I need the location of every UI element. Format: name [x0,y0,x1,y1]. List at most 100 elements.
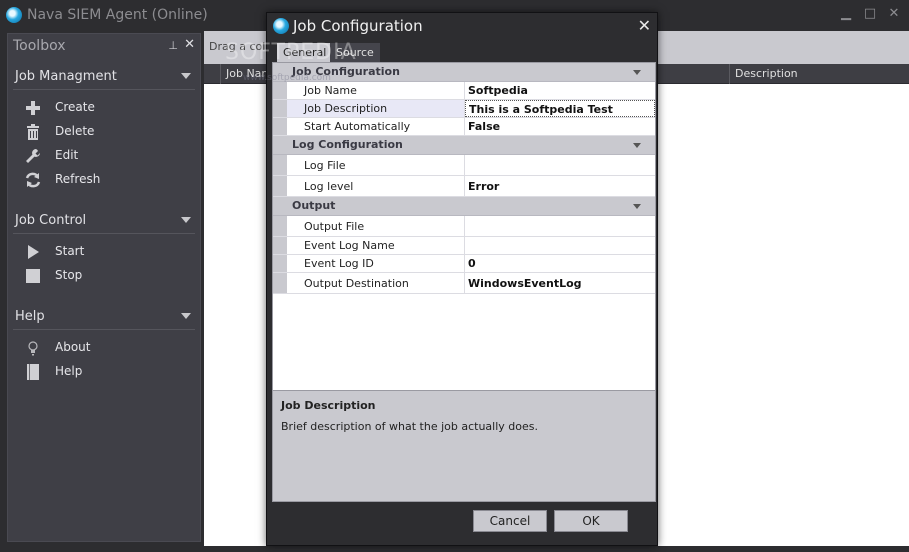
property-name: Event Log ID [287,255,465,272]
property-row-job-name[interactable]: Job Name Softpedia [273,82,655,100]
property-value-event-log-name[interactable] [465,237,655,254]
property-value-output-file[interactable] [465,216,655,236]
row-gutter [273,118,287,135]
pin-icon[interactable]: ⊥ [168,39,178,52]
property-row-event-log-name[interactable]: Event Log Name [273,237,655,255]
column-separator [220,64,221,84]
tool-label: Refresh [55,172,101,186]
property-row-log-level[interactable]: Log level Error [273,176,655,197]
maximize-button[interactable]: □ [862,6,878,22]
toolbox-close-icon[interactable]: ✕ [184,37,195,52]
chevron-down-icon [181,313,191,319]
chevron-down-icon [181,73,191,79]
tool-label: Start [55,244,85,258]
category-label: Output [292,199,336,212]
edit-button[interactable]: Edit [22,144,200,168]
about-button[interactable]: About [22,336,200,360]
property-row-log-file[interactable]: Log File [273,155,655,176]
trash-icon [27,124,39,140]
dialog-close-button[interactable]: ✕ [638,16,651,35]
close-window-button[interactable]: ✕ [886,6,902,22]
group-title: Job Control [15,213,87,228]
plus-icon [26,101,40,115]
group-items-help: About Help [8,330,200,394]
property-value-log-file[interactable] [465,155,655,175]
row-gutter [273,176,287,196]
property-name: Output Destination [287,273,465,293]
property-row-job-description[interactable]: Job Description This is a Softpedia Test [273,100,655,118]
description-text: Brief description of what the job actual… [281,420,538,433]
group-header-help[interactable]: Help [13,304,195,330]
row-gutter [273,155,287,175]
property-row-output-file[interactable]: Output File [273,216,655,237]
category-label: Log Configuration [292,138,403,151]
row-gutter [273,100,287,117]
group-title: Job Managment [15,69,117,84]
watermark: SOFTPEDIA [225,40,357,65]
delete-button[interactable]: Delete [22,120,200,144]
description-title: Job Description [281,399,376,412]
start-button[interactable]: Start [22,240,200,264]
job-configuration-dialog: Job Configuration ✕ General Source Job C… [266,12,658,546]
stop-button[interactable]: Stop [22,264,200,288]
row-gutter [273,216,287,236]
row-gutter [273,82,287,99]
property-row-event-log-id[interactable]: Event Log ID 0 [273,255,655,273]
toolbox-header: Toolbox ⊥ ✕ [8,34,200,58]
property-value-job-description[interactable]: This is a Softpedia Test [465,100,655,117]
property-value-output-destination[interactable]: WindowsEventLog [465,273,655,293]
group-items-job-control: Start Stop [8,234,200,298]
dialog-logo-icon [273,18,289,34]
property-value-log-level[interactable]: Error [465,176,655,196]
tool-label: Stop [55,268,83,282]
property-name: Event Log Name [287,237,465,254]
property-name: Job Description [287,100,465,117]
app-logo-icon [6,7,22,23]
help-button[interactable]: Help [22,360,200,384]
app-title: Nava SIEM Agent (Online) [27,7,208,23]
category-log-configuration[interactable]: Log Configuration [273,136,655,155]
property-description-panel: Job Description Brief description of wha… [272,391,656,502]
minimize-button[interactable]: ▁ [838,6,854,22]
property-row-start-automatically[interactable]: Start Automatically False [273,118,655,136]
column-header-description[interactable]: Description [735,67,798,80]
category-gutter [273,197,287,215]
row-gutter [273,273,287,293]
property-name: Output File [287,216,465,236]
dialog-tab-panel: Job Configuration Job Name Softpedia Job… [272,62,656,502]
ok-button[interactable]: OK [554,510,628,532]
category-output[interactable]: Output [273,197,655,216]
collapse-arrow-icon[interactable] [633,204,641,209]
column-separator [729,64,730,84]
tool-label: Create [55,100,95,114]
wrench-icon [26,149,40,163]
play-icon [28,245,39,259]
refresh-button[interactable]: Refresh [22,168,200,192]
cancel-button[interactable]: Cancel [473,510,547,532]
lightbulb-icon [28,341,38,356]
toolbox-panel: Toolbox ⊥ ✕ Job Managment Create Delete … [7,33,201,542]
tool-label: About [55,340,91,354]
refresh-icon [25,172,41,188]
book-icon [27,364,39,380]
property-value-job-name[interactable]: Softpedia [465,82,655,99]
group-items-job-managment: Create Delete Edit Refresh [8,90,200,202]
group-header-job-control[interactable]: Job Control [13,208,195,234]
group-title: Help [15,309,45,324]
row-gutter [273,255,287,272]
property-name: Start Automatically [287,118,465,135]
stop-icon [26,269,40,283]
chevron-down-icon [181,217,191,223]
property-value-start-automatically[interactable]: False [465,118,655,135]
toolbox-title: Toolbox [13,38,66,54]
collapse-arrow-icon[interactable] [633,70,641,75]
tool-label: Help [55,364,83,378]
property-name: Log File [287,155,465,175]
collapse-arrow-icon[interactable] [633,143,641,148]
property-row-output-destination[interactable]: Output Destination WindowsEventLog [273,273,655,294]
watermark-url: www.softpedia.com [243,73,331,83]
group-header-job-managment[interactable]: Job Managment [13,64,195,90]
dialog-title: Job Configuration [293,17,423,35]
create-button[interactable]: Create [22,96,200,120]
property-value-event-log-id[interactable]: 0 [465,255,655,272]
